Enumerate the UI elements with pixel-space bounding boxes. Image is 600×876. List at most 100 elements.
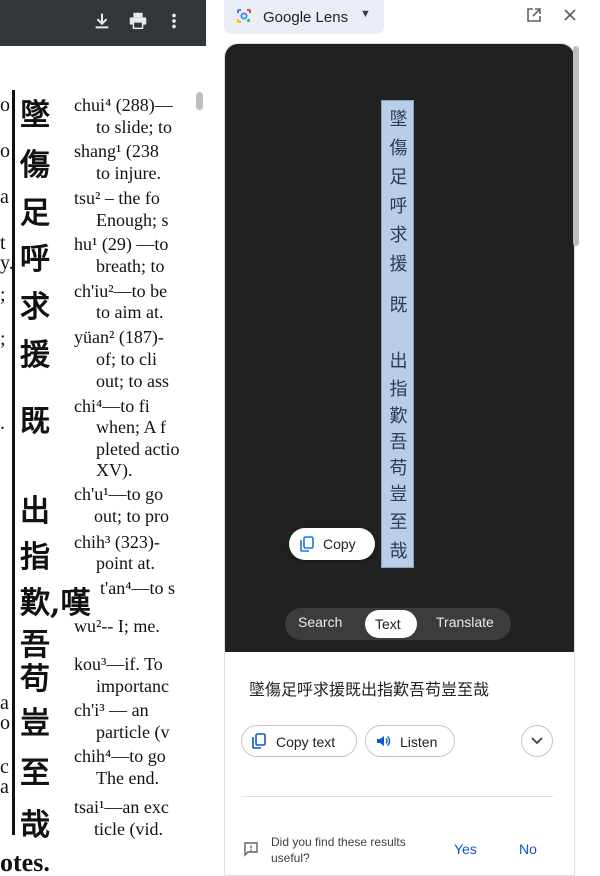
dictionary-char: 求 [20,290,50,325]
dropdown-caret-icon: ▼ [360,8,371,20]
feedback-no-button[interactable]: No [519,841,537,857]
copy-icon [300,536,314,552]
dictionary-char: 傷 [20,148,50,183]
ocr-char: 呼 [389,196,408,217]
listen-label: Listen [400,734,438,750]
ocr-char: 豈 [389,484,408,505]
edge-text: y. [0,252,14,274]
dictionary-char: 出 [20,494,50,529]
definition-line: ticle (vid. [94,819,163,839]
download-icon[interactable] [91,10,113,32]
ocr-char: 苟 [389,458,408,479]
ocr-char: 至 [389,512,408,533]
ocr-char: 出 [389,351,408,372]
definition-line: shang¹ (238 [74,141,159,161]
pdf-toolbar [0,0,206,46]
ocr-char: 援 [389,254,408,275]
print-icon[interactable] [127,10,149,32]
edge-text: ; [0,284,6,306]
definition-line: chih⁴—to go [74,746,166,766]
definition-line: ch'u¹—to go [74,484,164,504]
chevron-down-icon [531,737,543,745]
edge-text: ; [0,328,6,350]
close-icon[interactable] [560,7,580,27]
dictionary-char: 至 [20,756,50,791]
dictionary-char: 援 [20,338,50,373]
definition-line: Enough; s [96,210,169,230]
tab-search[interactable]: Search [298,614,342,630]
definition-line: wu²-- I; me. [74,616,160,636]
definition-line: when; A f [96,417,166,437]
listen-button[interactable]: Listen [365,725,455,757]
copy-button-label: Copy [323,536,356,552]
speaker-icon [375,733,391,749]
ocr-char: 足 [389,167,408,188]
definition-line: ch'iu²—to be [74,281,168,301]
copy-button[interactable]: Copy [289,528,375,560]
more-vert-icon[interactable] [163,10,185,32]
ocr-char: 求 [389,225,408,246]
definition-line: hu¹ (29) —to [74,234,169,254]
definition-line: out; to ass [96,371,170,391]
definition-line: chui⁴ (288)— [74,95,173,115]
lens-header: Google Lens ▼ [206,0,600,40]
ocr-char: 既 [389,295,408,316]
definition-line: to injure. [96,163,161,183]
dictionary-char: 呼 [20,242,50,277]
definition-line: yüan² (187)- [74,327,164,347]
definition-line: tsai¹—an exc [74,797,169,817]
page-vertical-rule [12,90,15,835]
edge-text: o [0,94,10,116]
lens-menu-chip[interactable]: Google Lens ▼ [224,0,384,34]
copy-icon [251,733,267,749]
dictionary-char: 哉 [20,808,50,843]
ocr-char: 吾 [389,432,408,453]
dictionary-char: 既 [20,404,50,439]
dictionary-char: 苟 [20,662,50,697]
recognized-text[interactable]: 墜傷足呼求援既出指歎吾苟豈至哉 [249,676,489,700]
definition-line: XV). [96,460,133,480]
definition-line: tsu² – the fo [74,188,160,208]
ocr-char: 墜 [389,109,408,130]
definition-line: pleted actio [96,439,180,459]
definition-line: The end. [96,768,159,788]
definition-line: point at. [96,553,155,573]
copy-text-label: Copy text [276,734,336,750]
notes-heading: otes. [0,848,50,876]
definition-line: to aim at. [96,302,164,322]
pdf-scrollbar[interactable] [196,92,203,110]
selected-text-region[interactable]: 墜 傷 足 呼 求 援 既 出 指 歎 吾 苟 豈 至 哉 [381,100,414,568]
definition-line: t'an⁴—to s [100,578,176,598]
definition-line: to slide; to [96,117,172,137]
definition-line: importanc [96,676,169,696]
lens-title: Google Lens [263,9,349,26]
feedback-yes-button[interactable]: Yes [454,841,477,857]
ocr-char: 哉 [389,541,408,562]
dictionary-char: 墜 [20,98,50,133]
lens-image-viewer[interactable]: 墜 傷 足 呼 求 援 既 出 指 歎 吾 苟 豈 至 哉 Copy Searc… [225,44,574,652]
edge-text: . [0,412,5,434]
definition-line: ch'i³ — an [74,700,149,720]
edge-text: o [0,140,10,162]
definition-line: chi⁴—to fi [74,396,150,416]
dictionary-char: 豈 [20,706,50,741]
edge-text: a [0,776,9,798]
tab-text-label: Text [375,616,401,632]
dictionary-char: 指 [20,540,50,575]
definition-line: particle (v [96,722,170,742]
ocr-char: 指 [389,379,408,400]
feedback-icon [243,841,259,857]
definition-line: kou³—if. To [74,654,163,674]
google-lens-logo-icon [236,8,252,24]
dictionary-char: 足 [20,196,50,231]
open-in-new-tab-icon[interactable] [524,7,544,27]
definition-line: breath; to [96,256,165,276]
lens-scrollbar[interactable] [573,46,579,246]
edge-text: a [0,186,9,208]
lens-mode-tabs: Search Text Translate [285,608,511,640]
expand-button[interactable] [521,725,553,757]
tab-translate[interactable]: Translate [436,614,494,630]
copy-text-button[interactable]: Copy text [241,725,357,757]
definition-line: out; to pro [94,506,169,526]
edge-text: o [0,712,10,734]
